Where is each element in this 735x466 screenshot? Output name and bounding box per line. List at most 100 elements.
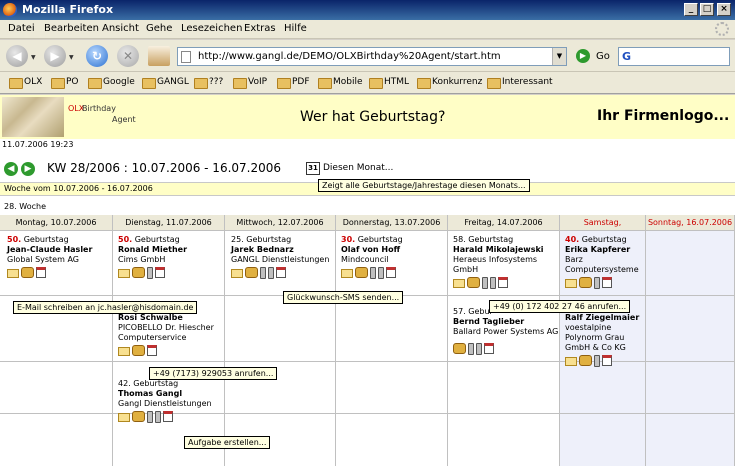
bookmark-interessant[interactable]: Interessant xyxy=(487,77,553,89)
menu-ansicht[interactable]: Ansicht xyxy=(102,23,139,34)
cell-icon[interactable] xyxy=(482,277,488,289)
logo-birthday: Birthday xyxy=(82,104,116,113)
bookmark-gangl[interactable]: GANGL xyxy=(142,77,189,89)
birthday-entry: 50. Geburtstag Ronald Miether Cims GmbH xyxy=(118,235,187,281)
phone-icon[interactable] xyxy=(467,277,480,288)
cell-icon[interactable] xyxy=(370,267,376,279)
back-dropdown-icon[interactable]: ▼ xyxy=(31,54,36,61)
phone-icon[interactable] xyxy=(132,411,145,422)
company-logo-placeholder: Ihr Firmenlogo... xyxy=(597,108,730,124)
url-dropdown-icon[interactable]: ▼ xyxy=(552,48,566,65)
cell-icon[interactable] xyxy=(155,411,161,423)
menu-lesezeichen[interactable]: Lesezeichen xyxy=(181,23,242,34)
go-button[interactable]: Go xyxy=(596,51,610,62)
bookmark-html[interactable]: HTML xyxy=(369,77,409,89)
day-header-tuesday: Dienstag, 11.07.2006 xyxy=(113,215,225,231)
menu-extras[interactable]: Extras xyxy=(244,23,276,34)
birthday-entry: Rosi Schwalbe PICOBELLO Dr. Hiescher Com… xyxy=(118,313,214,359)
forward-button[interactable]: ▶ xyxy=(44,45,66,67)
mail-icon[interactable] xyxy=(231,269,243,278)
bookmark-pdf[interactable]: PDF xyxy=(277,77,310,89)
phone-icon[interactable] xyxy=(579,277,592,288)
go-icon[interactable]: ▶ xyxy=(576,49,590,63)
phone-icon[interactable] xyxy=(245,267,258,278)
phone-icon[interactable] xyxy=(132,345,145,356)
close-button[interactable]: × xyxy=(717,3,731,16)
week-number-label: 28. Woche xyxy=(4,202,46,211)
forward-dropdown-icon[interactable]: ▼ xyxy=(69,54,74,61)
throbber-icon xyxy=(715,22,729,36)
task-icon[interactable] xyxy=(498,277,508,288)
task-icon[interactable] xyxy=(147,345,157,356)
phone-icon[interactable] xyxy=(579,355,592,366)
company-name-3: GmbH & Co KG xyxy=(565,343,626,352)
menu-bar: Datei Bearbeiten Ansicht Gehe Lesezeiche… xyxy=(0,20,735,39)
phone-icon[interactable] xyxy=(355,267,368,278)
cell-icon[interactable] xyxy=(147,411,153,423)
url-text[interactable]: http://www.gangl.de/DEMO/OLXBirthday%20A… xyxy=(198,51,501,62)
mail-icon[interactable] xyxy=(341,269,353,278)
phone-icon[interactable] xyxy=(132,267,145,278)
mail-icon[interactable] xyxy=(7,269,19,278)
calendar-icon[interactable]: 31 xyxy=(306,162,320,175)
bookmark-olx[interactable]: OLX xyxy=(9,77,42,89)
person-name: Olaf von Hoff xyxy=(341,245,401,254)
task-icon[interactable] xyxy=(386,267,396,278)
email-tooltip: E-Mail schreiben an jc.hasler@hisdomain.… xyxy=(13,301,198,314)
bookmark-google[interactable]: Google xyxy=(88,77,135,89)
task-icon[interactable] xyxy=(602,355,612,366)
bookmark-po[interactable]: PO xyxy=(51,77,79,89)
mail-icon[interactable] xyxy=(453,279,465,288)
minimize-button[interactable]: _ xyxy=(684,3,698,16)
company-name: Heraeus Infosystems xyxy=(453,255,538,264)
cell-icon[interactable] xyxy=(378,267,384,279)
search-input[interactable]: G xyxy=(618,47,730,66)
this-month-link[interactable]: Diesen Monat... xyxy=(323,163,393,173)
cell-icon[interactable] xyxy=(147,267,153,279)
bookmarks-bar: OLX PO Google GANGL ??? VoIP PDF Mobile … xyxy=(0,72,735,94)
mail-icon[interactable] xyxy=(118,413,130,422)
cell-icon[interactable] xyxy=(476,343,482,355)
maximize-button[interactable]: □ xyxy=(700,3,714,16)
menu-bearbeiten[interactable]: Bearbeiten xyxy=(44,23,99,34)
mail-icon[interactable] xyxy=(118,269,130,278)
url-bar[interactable]: http://www.gangl.de/DEMO/OLXBirthday%20A… xyxy=(177,47,567,66)
phone-icon[interactable] xyxy=(21,267,34,278)
home-button[interactable] xyxy=(148,46,170,66)
phone-icon[interactable] xyxy=(453,343,466,354)
mail-icon[interactable] xyxy=(118,347,130,356)
menu-datei[interactable]: Datei xyxy=(8,23,35,34)
reload-button[interactable]: ↻ xyxy=(86,45,108,67)
bookmark-unknown[interactable]: ??? xyxy=(194,77,223,89)
company-name: Gangl Dienstleistungen xyxy=(118,399,212,408)
task-icon[interactable] xyxy=(484,343,494,354)
menu-gehe[interactable]: Gehe xyxy=(146,23,172,34)
cell-icon[interactable] xyxy=(268,267,274,279)
cell-icon[interactable] xyxy=(468,343,474,355)
page-header: OLX Birthday Agent Wer hat Geburtstag? I… xyxy=(0,95,735,139)
task-icon[interactable] xyxy=(163,411,173,422)
mail-icon[interactable] xyxy=(565,279,577,288)
age-label: 58. Geburtstag xyxy=(453,235,514,244)
bookmark-konkurrenz[interactable]: Konkurrenz xyxy=(417,77,482,89)
stop-button[interactable]: ✕ xyxy=(117,45,139,67)
task-icon[interactable] xyxy=(276,267,286,278)
next-week-icon[interactable]: ▶ xyxy=(21,162,35,176)
back-button[interactable]: ◀ xyxy=(6,45,28,67)
cell-icon[interactable] xyxy=(490,277,496,289)
cell-icon[interactable] xyxy=(594,277,600,289)
task-icon[interactable] xyxy=(155,267,165,278)
cell-icon[interactable] xyxy=(260,267,266,279)
company-name: Cims GmbH xyxy=(118,255,166,264)
task-icon[interactable] xyxy=(36,267,46,278)
bookmark-voip[interactable]: VoIP xyxy=(233,77,267,89)
prev-week-icon[interactable]: ◀ xyxy=(4,162,18,176)
task-icon[interactable] xyxy=(602,277,612,288)
row-divider xyxy=(0,413,735,414)
day-header-monday: Montag, 10.07.2006 xyxy=(0,215,113,231)
forward-arrow-icon: ▶ xyxy=(50,49,60,63)
menu-hilfe[interactable]: Hilfe xyxy=(284,23,307,34)
cell-icon[interactable] xyxy=(594,355,600,367)
bookmark-mobile[interactable]: Mobile xyxy=(318,77,363,89)
mail-icon[interactable] xyxy=(565,357,577,366)
